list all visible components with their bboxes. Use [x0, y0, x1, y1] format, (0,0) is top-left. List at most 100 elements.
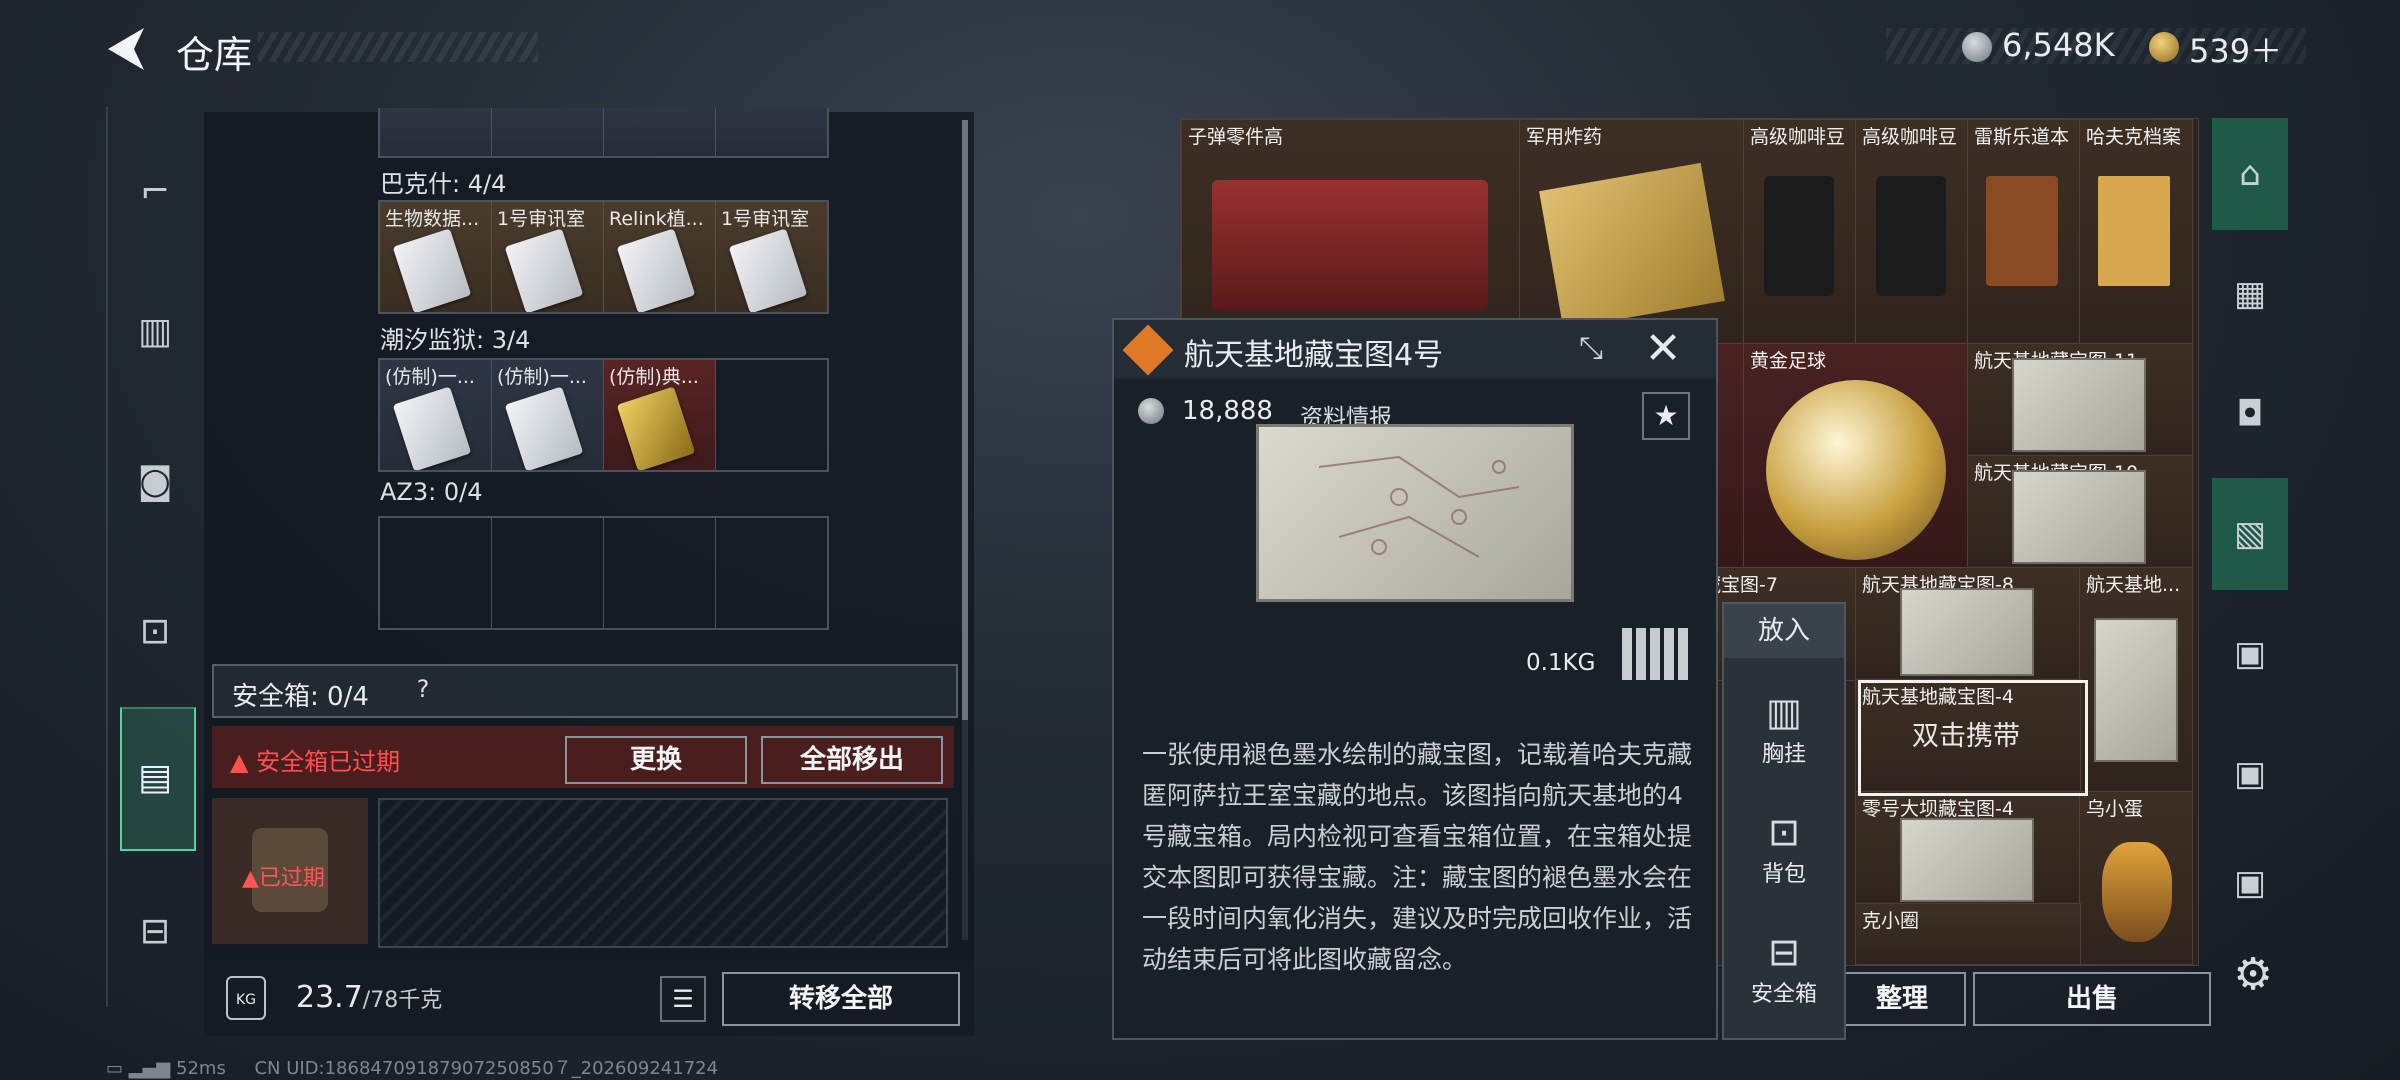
item-weight: 0.1KG — [1526, 650, 1596, 676]
slot-row-top — [378, 108, 829, 158]
left-nav: ⌐ ▥ ◙ ⊡ ▤ ⊟ — [106, 107, 200, 1007]
backpack-icon[interactable]: ⊡ — [128, 607, 182, 657]
safebox-icon: ⊟ — [1768, 930, 1800, 974]
item-title: 航天基地藏宝图4号 — [1184, 338, 1444, 373]
put-in-backpack[interactable]: ⊡ 背包 — [1724, 808, 1844, 888]
keycard-icon — [392, 386, 472, 470]
warning-icon: ▲ — [230, 748, 249, 776]
weight-kg-icon: KG — [226, 976, 266, 1020]
treasure-map-icon — [1900, 818, 2034, 902]
list-item[interactable]: 零号大坝藏宝图-4 — [1855, 791, 2081, 905]
toy-figure-icon — [2102, 842, 2172, 942]
keycard-icon — [728, 228, 808, 312]
backpack-case-icon[interactable]: ◙ — [128, 457, 182, 507]
list-item[interactable]: 黄金足球 — [1743, 343, 1969, 569]
list-item[interactable]: (仿制)一... — [380, 360, 492, 470]
move-all-out-button[interactable]: 全部移出 — [761, 736, 943, 784]
treasure-map-icon — [2012, 470, 2146, 564]
rifle-icon[interactable]: ⌐ — [128, 167, 182, 217]
safebox-icon[interactable]: ▤ — [128, 753, 182, 803]
slot-row-bakesh: 生物数据... 1号审讯室 Relink植... 1号审讯室 — [378, 200, 829, 314]
battery-icon: ▭ ▂▄▆ — [106, 1058, 171, 1079]
stash-tab-c-icon[interactable]: ▣ — [2212, 838, 2288, 928]
swap-button[interactable]: 更换 — [565, 736, 747, 784]
treasure-map-icon — [2094, 618, 2178, 762]
help-icon[interactable]: ? — [406, 672, 440, 706]
gold-coin-icon — [2149, 32, 2179, 62]
backpack-icon: ⊡ — [1768, 810, 1800, 854]
keycard-icon — [504, 386, 584, 470]
list-item[interactable]: 1号审讯室 — [716, 202, 827, 312]
stash-tab-4-icon[interactable]: ▦ — [2212, 238, 2288, 350]
currency-gold[interactable]: 539＋ — [2189, 26, 2282, 72]
gear-icon[interactable]: ⚙ — [2226, 948, 2280, 1002]
list-item[interactable]: Relink植... — [604, 202, 716, 312]
list-item[interactable]: 雷斯乐道本 — [1967, 119, 2081, 345]
list-item[interactable]: 子弹零件高 — [1181, 119, 1521, 345]
coffee-bag-icon — [1876, 176, 1946, 296]
right-nav: ⌂ ▦ ◘ ▧ ▣ ▣ ▣ — [2212, 118, 2292, 1038]
list-item[interactable]: 高级咖啡豆 — [1855, 119, 1969, 345]
sell-button[interactable]: 出售 — [1973, 972, 2211, 1026]
slot-row-tide-prison: (仿制)一... (仿制)一... (仿制)典... — [378, 358, 829, 472]
keycard-icon — [616, 386, 696, 470]
close-icon[interactable]: ✕ — [1640, 326, 1686, 372]
explosive-crate-icon — [1539, 162, 1725, 330]
notebook-icon — [1986, 176, 2058, 286]
carry-weight: 23.7/78千克 — [296, 980, 443, 1015]
back-arrow-icon[interactable] — [104, 24, 148, 74]
list-item[interactable]: 航天基地藏宝图-11 — [1967, 343, 2193, 457]
stash-home-icon[interactable]: ⌂ — [2212, 118, 2288, 230]
group-label-az3: AZ3: 0/4 — [380, 478, 483, 506]
favorite-star-icon[interactable]: ★ — [1642, 392, 1690, 440]
empty-slot[interactable] — [716, 360, 827, 470]
list-item[interactable]: 生物数据... — [380, 202, 492, 312]
list-item[interactable]: 哈夫克档案 — [2079, 119, 2193, 345]
list-item[interactable]: 克小圈 — [1855, 903, 2081, 965]
put-in-menu: 放入 ▥ 胸挂 ⊡ 背包 ⊟ 安全箱 — [1722, 602, 1846, 1040]
safe-box-slots-locked — [378, 798, 948, 948]
list-item[interactable]: 军用炸药 — [1519, 119, 1745, 345]
list-item[interactable]: 乌小蛋 — [2079, 791, 2193, 965]
safe-box-slot[interactable]: ▲已过期 — [212, 798, 368, 944]
group-label-bakesh: 巴克什: 4/4 — [380, 170, 507, 198]
scrollbar[interactable] — [962, 120, 968, 940]
list-item[interactable]: 高级咖啡豆 — [1743, 119, 1857, 345]
put-in-title: 放入 — [1724, 604, 1844, 658]
item-size-grid-icon — [1622, 628, 1690, 680]
stash-tab-camera-icon[interactable]: ◘ — [2212, 358, 2288, 470]
empty-slot[interactable] — [380, 518, 492, 628]
list-item[interactable]: (仿制)典... — [604, 360, 716, 470]
sort-button[interactable]: 整理 — [1838, 972, 1966, 1026]
transfer-all-button[interactable]: 转移全部 — [722, 972, 960, 1026]
left-footer: KG 23.7/78千克 ☰ 转移全部 — [204, 958, 974, 1036]
empty-slot[interactable] — [492, 518, 604, 628]
safe-box-header: 安全箱: 0/4 ? — [212, 664, 958, 718]
title-decoration — [258, 32, 538, 62]
stash-tab-b-icon[interactable]: ▣ — [2212, 718, 2288, 830]
safe-box-label: 安全箱: 0/4 — [232, 682, 369, 712]
put-in-safe-box[interactable]: ⊟ 安全箱 — [1724, 928, 1844, 1008]
treasure-map-icon — [2012, 358, 2146, 452]
warning-icon: ▲ — [242, 866, 259, 891]
silver-coin-icon — [1962, 32, 1992, 62]
list-icon[interactable]: ☰ — [660, 976, 706, 1022]
collapse-icon[interactable]: ⤡ — [1570, 328, 1612, 370]
put-in-chest-rig[interactable]: ▥ 胸挂 — [1724, 688, 1844, 768]
stash-tab-3-icon[interactable]: ▧ — [2212, 478, 2288, 590]
empty-slot[interactable] — [604, 518, 716, 628]
empty-slot[interactable] — [716, 518, 827, 628]
list-item[interactable]: (仿制)一... — [492, 360, 604, 470]
list-item[interactable]: 航天基地藏宝图-10 — [1967, 455, 2193, 569]
stash-tab-a-icon[interactable]: ▣ — [2212, 598, 2288, 710]
armor-vest-icon[interactable]: ▥ — [128, 307, 182, 357]
list-item[interactable]: 航天基地藏宝图-8 — [1855, 567, 2081, 681]
chest-rig-icon: ▥ — [1766, 690, 1802, 734]
item-price: 18,888 — [1182, 396, 1273, 426]
list-item[interactable]: 1号审讯室 — [492, 202, 604, 312]
list-item[interactable]: 航天基地... — [2079, 567, 2193, 793]
item-rarity-icon — [1122, 324, 1174, 376]
status-bar: ▭ ▂▄▆ 52ms CN UID:18684709187907250850７_… — [106, 1058, 719, 1079]
toolbox-icon[interactable]: ⊟ — [128, 907, 182, 957]
double-tap-carry-hint: 双击携带 — [1912, 721, 2020, 752]
